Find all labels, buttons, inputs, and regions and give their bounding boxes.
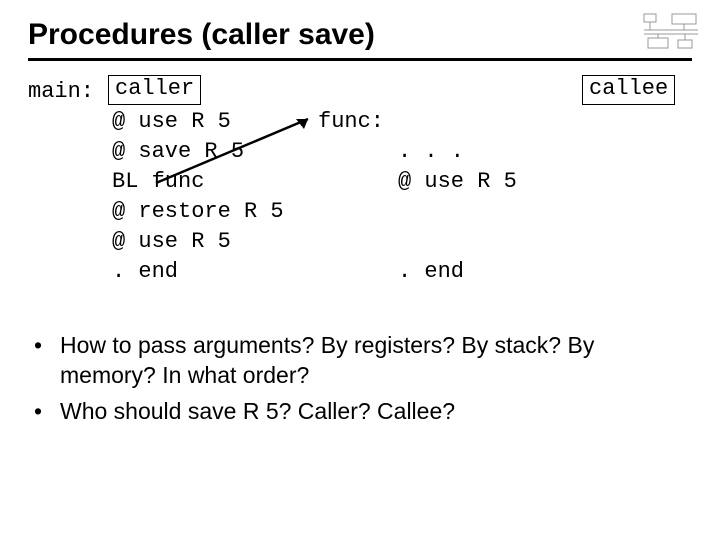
main-line-6: . end <box>112 257 178 287</box>
main-line-3: BL func <box>112 167 204 197</box>
func-label: func: <box>318 107 384 137</box>
main-label: main: <box>28 77 94 107</box>
func-line-3: . end <box>398 257 464 287</box>
func-line-1: . . . <box>398 137 464 167</box>
title-rule <box>28 58 692 61</box>
bullet-2: • Who should save R 5? Caller? Callee? <box>34 397 692 427</box>
bullet-2-text: Who should save R 5? Caller? Callee? <box>60 397 455 427</box>
func-line-2: @ use R 5 <box>398 167 517 197</box>
bullet-1-text: How to pass arguments? By registers? By … <box>60 331 692 391</box>
slide: Procedures (caller save) main: caller @ … <box>0 0 720 540</box>
main-line-4: @ restore R 5 <box>112 197 284 227</box>
bullet-1: • How to pass arguments? By registers? B… <box>34 331 692 391</box>
main-line-1: @ use R 5 <box>112 107 231 137</box>
bullet-dot-icon: • <box>34 397 60 427</box>
code-area: main: caller @ use R 5 @ save R 5 BL fun… <box>28 75 692 325</box>
callee-box: callee <box>582 75 675 105</box>
main-line-5: @ use R 5 <box>112 227 231 257</box>
bullet-list: • How to pass arguments? By registers? B… <box>34 331 692 427</box>
computer-diagram-icon <box>642 12 702 56</box>
caller-box: caller <box>108 75 201 105</box>
bullet-dot-icon: • <box>34 331 60 391</box>
main-line-2: @ save R 5 <box>112 137 244 167</box>
page-title: Procedures (caller save) <box>28 18 692 52</box>
